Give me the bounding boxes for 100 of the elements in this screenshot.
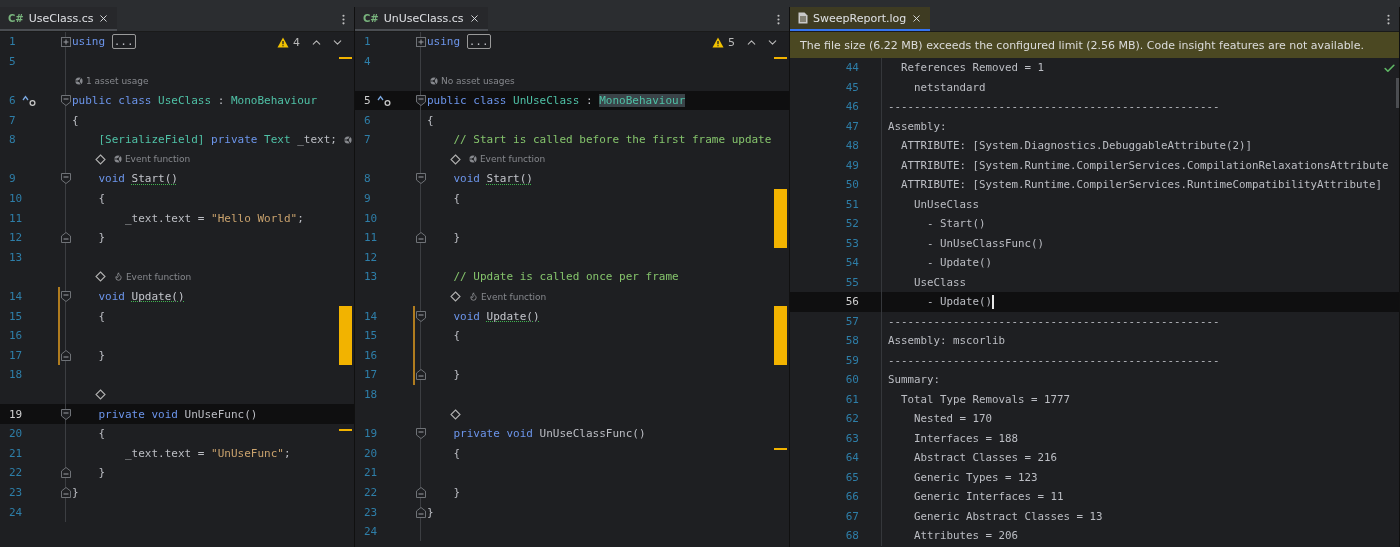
expand-icon[interactable] bbox=[61, 36, 71, 47]
line-number: 45 bbox=[845, 80, 859, 94]
folded-code-button[interactable]: ... bbox=[111, 34, 136, 50]
diamond-icon[interactable] bbox=[94, 389, 106, 400]
line-number: 19 bbox=[363, 426, 377, 443]
close-icon[interactable] bbox=[911, 12, 923, 24]
collapse-icon[interactable] bbox=[416, 232, 426, 244]
keyword: private bbox=[453, 427, 500, 441]
keyword: class bbox=[473, 94, 507, 108]
keyword: void bbox=[453, 309, 480, 323]
warning-icon[interactable] bbox=[277, 37, 289, 48]
line-number: 10 bbox=[8, 191, 22, 208]
inlay-hint[interactable]: Event function bbox=[125, 271, 192, 282]
keyword: private bbox=[211, 133, 258, 147]
collapse-icon[interactable] bbox=[61, 232, 71, 244]
diamond-icon[interactable] bbox=[449, 153, 461, 165]
collapse-icon[interactable] bbox=[416, 428, 426, 440]
line-number: 17 bbox=[363, 367, 377, 384]
code-text: } bbox=[427, 505, 434, 519]
code-text: } bbox=[453, 368, 461, 382]
collapse-icon[interactable] bbox=[416, 95, 426, 107]
collapse-icon[interactable] bbox=[416, 486, 426, 498]
editor-tab[interactable]: C# UseClass.cs bbox=[0, 7, 118, 31]
method-name: Update() bbox=[131, 290, 185, 303]
log-line: Summary: bbox=[888, 373, 940, 387]
expand-icon[interactable] bbox=[416, 36, 426, 47]
collapse-icon[interactable] bbox=[61, 408, 71, 420]
keyword: using bbox=[427, 35, 461, 49]
diamond-icon[interactable] bbox=[449, 408, 461, 420]
close-icon[interactable] bbox=[98, 12, 110, 24]
collapse-icon[interactable] bbox=[416, 310, 426, 322]
scroll-marker[interactable] bbox=[774, 448, 787, 451]
collapse-icon[interactable] bbox=[416, 173, 426, 185]
type-name: Text bbox=[264, 133, 291, 147]
line-number: 1 bbox=[8, 34, 17, 51]
line-number: 4 bbox=[363, 53, 372, 70]
log-line: - Update() bbox=[927, 295, 992, 309]
line-number: 58 bbox=[845, 334, 859, 348]
diamond-icon[interactable] bbox=[94, 153, 106, 165]
line-number: 46 bbox=[845, 100, 859, 114]
line-number: 14 bbox=[363, 308, 377, 325]
log-line: Interfaces = 188 bbox=[914, 431, 1018, 445]
code-text: = bbox=[197, 446, 205, 460]
caret-circle-icon[interactable] bbox=[22, 94, 37, 107]
line-number: 47 bbox=[845, 119, 859, 133]
collapse-icon[interactable] bbox=[416, 506, 426, 518]
string-literal: "UnUseFunc"; bbox=[211, 446, 291, 460]
code-text: { bbox=[453, 329, 461, 343]
line-number: 6 bbox=[8, 93, 17, 110]
code-text: { bbox=[72, 113, 79, 127]
collapse-icon[interactable] bbox=[61, 291, 71, 302]
scrollbar-thumb[interactable] bbox=[1396, 78, 1399, 108]
warning-count[interactable]: 4 bbox=[293, 36, 300, 49]
collapse-icon[interactable] bbox=[61, 467, 71, 479]
collapse-icon[interactable] bbox=[61, 95, 71, 107]
warning-count[interactable]: 5 bbox=[728, 36, 735, 49]
collapse-icon[interactable] bbox=[61, 349, 71, 361]
line-number: 7 bbox=[8, 112, 17, 129]
line-number: 1 bbox=[363, 34, 372, 51]
scroll-marker[interactable] bbox=[774, 188, 787, 209]
scroll-marker[interactable] bbox=[774, 306, 787, 326]
close-icon[interactable] bbox=[468, 12, 480, 24]
code-text: } bbox=[453, 231, 461, 245]
inlay-hint[interactable]: Event function bbox=[480, 291, 547, 302]
line-number: 67 bbox=[845, 509, 859, 523]
line-number: 50 bbox=[845, 178, 859, 192]
line-number: 68 bbox=[845, 529, 859, 543]
inlay-hint[interactable]: Event function bbox=[124, 154, 191, 165]
check-icon[interactable] bbox=[1383, 62, 1396, 75]
log-line: Generic Types = 123 bbox=[914, 470, 1038, 484]
keyword: private bbox=[98, 407, 145, 421]
keyword: void bbox=[506, 427, 533, 441]
scroll-marker[interactable] bbox=[339, 428, 352, 431]
editor-tab[interactable]: SweepReport.log bbox=[790, 7, 931, 31]
line-number: 8 bbox=[8, 132, 17, 149]
scroll-marker[interactable] bbox=[774, 56, 787, 59]
collapse-icon[interactable] bbox=[61, 486, 71, 498]
diamond-icon[interactable] bbox=[94, 271, 106, 283]
collapse-icon[interactable] bbox=[61, 173, 71, 185]
inlay-hint[interactable]: 1 asset usage bbox=[86, 76, 149, 86]
line-number: 5 bbox=[363, 93, 372, 110]
warning-icon[interactable] bbox=[712, 37, 724, 48]
inlay-hint[interactable]: No asset usages bbox=[441, 76, 515, 86]
line-number: 17 bbox=[8, 347, 22, 364]
collapse-icon[interactable] bbox=[416, 369, 426, 381]
code-text: { bbox=[453, 192, 461, 206]
caret-circle-icon[interactable] bbox=[377, 94, 392, 107]
trefoil-icon bbox=[75, 77, 83, 85]
inlay-hint[interactable]: Event function bbox=[479, 154, 546, 165]
folded-code-button[interactable]: ... bbox=[466, 34, 491, 50]
line-number: 57 bbox=[845, 314, 859, 328]
keyword: void bbox=[98, 172, 125, 186]
editor-tab[interactable]: C# UnUseClass.cs bbox=[355, 7, 488, 31]
scroll-marker[interactable] bbox=[339, 306, 352, 326]
line-number: 55 bbox=[845, 275, 859, 289]
line-number: 44 bbox=[845, 61, 859, 75]
log-line: ATTRIBUTE: [System.Runtime.CompilerServices.RuntimeCompatibilityAttribute] bbox=[901, 178, 1383, 192]
diamond-icon[interactable] bbox=[449, 291, 461, 302]
trefoil-icon bbox=[113, 155, 122, 164]
scroll-marker[interactable] bbox=[339, 56, 352, 59]
